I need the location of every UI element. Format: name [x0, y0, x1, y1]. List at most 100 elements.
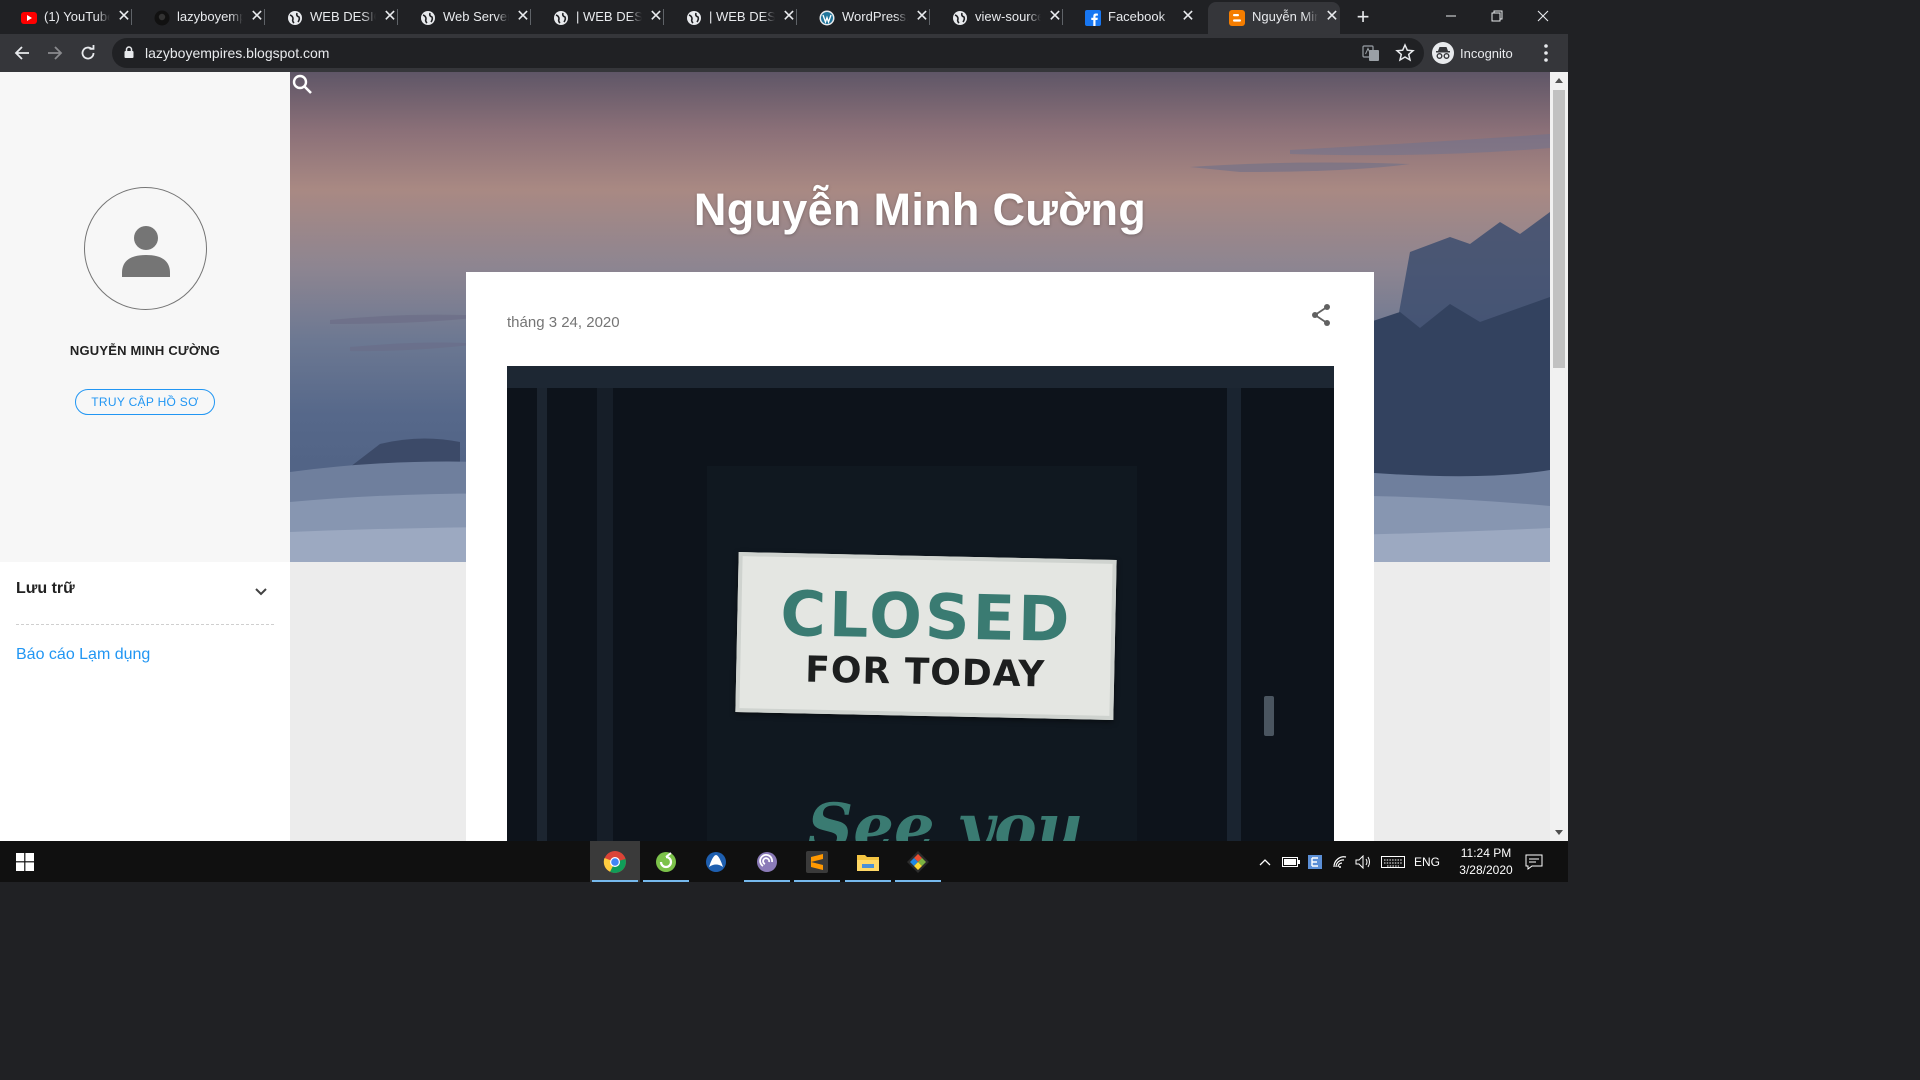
browser-toolbar: lazyboyempires.blogspot.com Incognito [0, 34, 1568, 72]
chevron-down-icon[interactable] [253, 586, 269, 598]
tab-close-button[interactable]: ✕ [1048, 9, 1062, 25]
blog-sidebar: NGUYỄN MINH CƯỜNG TRUY CẬP HỒ SƠ Lưu trữ… [0, 72, 290, 841]
volume-icon[interactable] [1355, 853, 1373, 871]
app-green-icon [656, 851, 676, 872]
tab-web-design-2[interactable]: | WEB DESIGN ✕ [532, 0, 664, 34]
taskbar-chrome[interactable] [590, 841, 640, 882]
tab-close-button[interactable]: ✕ [117, 9, 131, 25]
reload-button[interactable] [76, 41, 100, 65]
chrome-icon [603, 850, 626, 873]
file-explorer-icon [857, 854, 879, 871]
closed-sign: CLOSED FOR TODAY [735, 552, 1117, 720]
tab-close-button[interactable]: ✕ [1181, 9, 1195, 25]
divider [16, 624, 274, 625]
taskbar-app-purple[interactable] [742, 841, 792, 882]
report-abuse-link[interactable]: Báo cáo Lạm dụng [16, 646, 150, 664]
notification-center-icon[interactable] [1524, 853, 1544, 871]
bookmark-star-icon[interactable] [1395, 43, 1415, 63]
tab-web-server[interactable]: Web Server ✕ [399, 0, 531, 34]
avatar[interactable] [84, 187, 207, 310]
wifi-icon[interactable] [1331, 853, 1349, 871]
visit-profile-button[interactable]: TRUY CẬP HỒ SƠ [75, 389, 215, 415]
restore-icon [1491, 10, 1503, 22]
blog-title[interactable]: Nguyễn Minh Cường [290, 184, 1550, 236]
tab-blogger-active[interactable]: Nguyễn Minh Cường ✕ [1208, 2, 1340, 34]
tab-github[interactable]: lazyboyempires ✕ [133, 0, 265, 34]
tab-close-button[interactable]: ✕ [250, 9, 264, 25]
tray-app-icon[interactable] [1307, 853, 1323, 871]
taskbar-git[interactable] [893, 841, 943, 882]
tab-close-button[interactable]: ✕ [649, 9, 663, 25]
blogger-icon [1229, 10, 1245, 26]
tab-web-design[interactable]: WEB DESIGN ✕ [266, 0, 398, 34]
tab-close-button[interactable]: ✕ [516, 9, 530, 25]
screen: (1) YouTube ✕ lazyboyempires ✕ WEB DESIG… [0, 0, 1568, 882]
tab-label: view-source: [975, 9, 1041, 24]
person-icon [122, 226, 170, 277]
see-you-script-text: See you [807, 790, 1084, 841]
more-vert-icon[interactable] [1538, 41, 1554, 65]
minimize-icon [1446, 15, 1456, 17]
tab-close-button[interactable]: ✕ [915, 9, 929, 25]
tab-separator [1062, 9, 1063, 25]
post-image[interactable]: CLOSED FOR TODAY See you [507, 366, 1334, 841]
tab-youtube[interactable]: (1) YouTube ✕ [0, 0, 132, 34]
address-bar[interactable]: lazyboyempires.blogspot.com [112, 38, 1424, 68]
tab-separator [530, 9, 531, 25]
incognito-icon [1432, 42, 1454, 64]
tab-web-design-3[interactable]: | WEB DESIGN ✕ [665, 0, 797, 34]
tab-close-button[interactable]: ✕ [383, 9, 397, 25]
tab-separator [796, 9, 797, 25]
share-icon[interactable] [1309, 302, 1333, 328]
arrow-left-icon [14, 46, 29, 60]
youtube-icon [21, 10, 37, 26]
active-indicator [592, 880, 638, 882]
page-scrollbar[interactable] [1550, 72, 1568, 841]
profile-section: NGUYỄN MINH CƯỜNG TRUY CẬP HỒ SƠ [0, 72, 290, 562]
taskbar-sublime-text[interactable] [792, 841, 842, 882]
tab-close-button[interactable]: ✕ [782, 9, 796, 25]
scroll-thumb[interactable] [1553, 90, 1565, 368]
minimize-button[interactable] [1436, 4, 1466, 28]
tab-separator [264, 9, 265, 25]
app-blue-icon [706, 851, 726, 872]
tab-label: WordPress.com [842, 9, 908, 24]
tray-overflow-chevron-icon[interactable] [1258, 853, 1272, 871]
taskbar-app-blue[interactable] [691, 841, 741, 882]
clock-date: 3/28/2020 [1459, 863, 1513, 877]
tab-view-source[interactable]: view-source: ✕ [931, 0, 1063, 34]
battery-icon[interactable] [1282, 853, 1300, 871]
forward-button[interactable] [43, 41, 67, 65]
running-indicator [794, 880, 840, 882]
running-indicator [643, 880, 689, 882]
translate-icon[interactable] [1362, 44, 1380, 62]
taskbar-file-explorer[interactable] [843, 841, 893, 882]
scroll-down-arrow-icon[interactable] [1555, 830, 1563, 835]
archive-header[interactable]: Lưu trữ [16, 580, 75, 598]
search-icon[interactable] [290, 72, 314, 96]
browser-tab-strip: (1) YouTube ✕ lazyboyempires ✕ WEB DESIG… [0, 0, 1568, 34]
back-button[interactable] [10, 41, 34, 65]
running-indicator [744, 880, 790, 882]
close-window-button[interactable] [1528, 4, 1558, 28]
taskbar-clock[interactable]: 11:24 PM 3/28/2020 [1440, 845, 1532, 879]
tab-label: Web Server [443, 9, 509, 24]
taskbar-app-green[interactable] [641, 841, 691, 882]
tab-wordpress[interactable]: WordPress.com ✕ [798, 0, 930, 34]
url-text[interactable]: lazyboyempires.blogspot.com [145, 45, 329, 61]
tab-separator [397, 9, 398, 25]
windows-start-icon[interactable] [16, 853, 34, 871]
facebook-icon [1085, 10, 1101, 26]
scroll-up-arrow-icon[interactable] [1555, 78, 1563, 83]
input-language[interactable]: ENG [1412, 853, 1442, 871]
running-indicator [845, 880, 891, 882]
incognito-profile-button[interactable]: Incognito [1432, 40, 1513, 66]
new-tab-button[interactable]: + [1352, 6, 1374, 29]
post-date[interactable]: tháng 3 24, 2020 [507, 314, 620, 331]
tab-close-button[interactable]: ✕ [1325, 9, 1339, 25]
restore-button[interactable] [1482, 4, 1512, 28]
keyboard-icon[interactable] [1380, 853, 1406, 871]
tab-label: | WEB DESIGN [576, 9, 642, 24]
globe-icon [420, 10, 436, 26]
tab-facebook[interactable]: Facebook ✕ [1064, 0, 1196, 34]
